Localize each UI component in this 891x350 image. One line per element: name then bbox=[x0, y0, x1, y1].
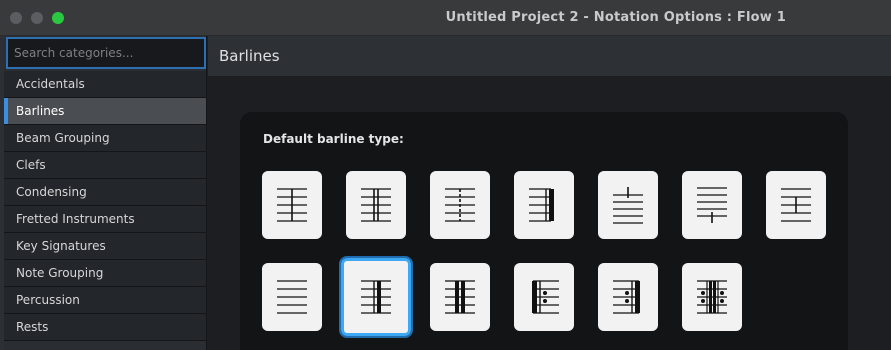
close-window-button[interactable] bbox=[10, 12, 22, 24]
barline-option-final[interactable] bbox=[514, 171, 574, 239]
final-barline-icon bbox=[529, 188, 554, 222]
section-header: Barlines bbox=[208, 36, 891, 76]
barline-option-double[interactable] bbox=[346, 171, 406, 239]
barline-option-thin-thick-thin[interactable] bbox=[430, 263, 490, 331]
sidebar-item-clefs[interactable]: Clefs bbox=[4, 152, 206, 179]
thick-barline-icon bbox=[781, 188, 811, 222]
end-repeat-barline-icon bbox=[613, 280, 640, 314]
barline-option-heavy-heavy[interactable] bbox=[339, 256, 413, 338]
barline-option-tick[interactable] bbox=[598, 171, 658, 239]
dashed-barline-icon bbox=[445, 188, 475, 222]
barline-option-invisible[interactable] bbox=[262, 263, 322, 331]
sidebar-item-rests[interactable]: Rests bbox=[4, 314, 206, 341]
sidebar-item-note-grouping[interactable]: Note Grouping bbox=[4, 260, 206, 287]
sidebar-item-beam-grouping[interactable]: Beam Grouping bbox=[4, 125, 206, 152]
invisible-barline-icon bbox=[277, 280, 307, 314]
barline-option-end-repeat[interactable] bbox=[598, 263, 658, 331]
sidebar-item-percussion[interactable]: Percussion bbox=[4, 287, 206, 314]
zoom-window-button[interactable] bbox=[52, 12, 64, 24]
title-bar: Untitled Project 2 - Notation Options : … bbox=[0, 0, 891, 36]
category-list: Accidentals Barlines Beam Grouping Clefs… bbox=[4, 71, 206, 341]
barline-option-dashed[interactable] bbox=[430, 171, 490, 239]
default-barline-panel: Default barline type: bbox=[240, 112, 848, 350]
minimize-window-button[interactable] bbox=[31, 12, 43, 24]
sidebar-item-barlines[interactable]: Barlines bbox=[4, 98, 206, 125]
barline-option-end-start-repeat[interactable] bbox=[682, 263, 742, 331]
heavy-heavy-barline-icon bbox=[361, 280, 391, 314]
category-sidebar: Accidentals Barlines Beam Grouping Clefs… bbox=[4, 36, 207, 350]
barline-option-normal[interactable] bbox=[262, 171, 322, 239]
short-barline-icon bbox=[697, 187, 727, 223]
section-title: Barlines bbox=[219, 47, 280, 65]
tick-barline-icon bbox=[613, 187, 643, 224]
sidebar-item-condensing[interactable]: Condensing bbox=[4, 179, 206, 206]
default-barline-label: Default barline type: bbox=[263, 132, 404, 146]
thin-thick-thin-barline-icon bbox=[445, 280, 475, 314]
end-start-repeat-barline-icon bbox=[697, 280, 727, 314]
sidebar-item-accidentals[interactable]: Accidentals bbox=[4, 71, 206, 98]
main-content: Barlines Default barline type: bbox=[208, 36, 891, 350]
double-barline-icon bbox=[361, 188, 391, 222]
barline-option-short[interactable] bbox=[682, 171, 742, 239]
sidebar-item-fretted-instruments[interactable]: Fretted Instruments bbox=[4, 206, 206, 233]
barline-option-thick[interactable] bbox=[766, 171, 826, 239]
search-input[interactable] bbox=[6, 37, 206, 69]
window-title: Untitled Project 2 - Notation Options : … bbox=[445, 10, 786, 25]
start-repeat-barline-icon bbox=[532, 280, 559, 314]
normal-barline-icon bbox=[277, 188, 307, 222]
barline-option-start-repeat[interactable] bbox=[514, 263, 574, 331]
sidebar-item-key-signatures[interactable]: Key Signatures bbox=[4, 233, 206, 260]
